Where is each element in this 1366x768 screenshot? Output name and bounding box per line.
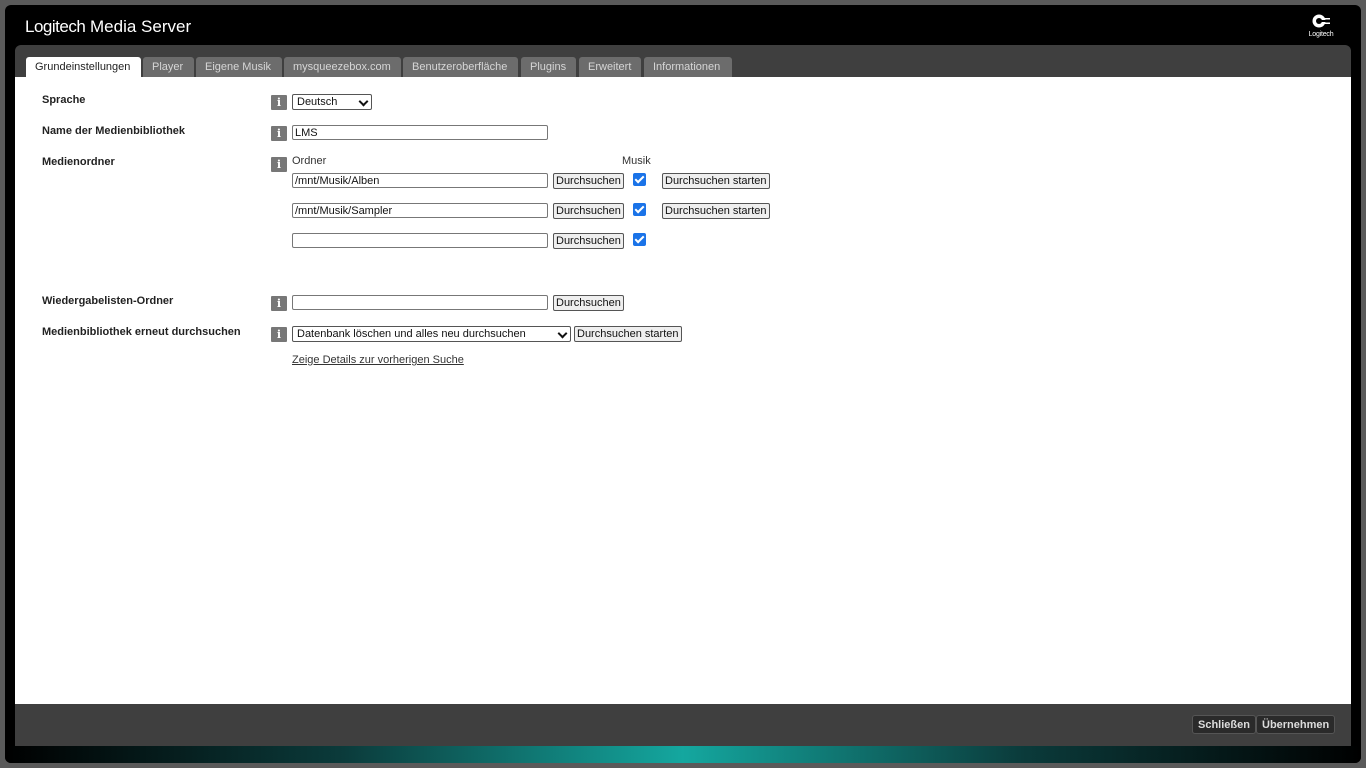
start-scan-button-1[interactable]: Durchsuchen starten [662,173,770,189]
music-checkbox-3[interactable] [633,233,646,246]
tab-eigene-musik[interactable]: Eigene Musik [196,57,282,77]
media-folders-info-icon[interactable]: i [271,157,287,172]
footer-bar: Schließen Übernehmen [15,704,1351,746]
tab-plugins[interactable]: Plugins [521,57,576,77]
media-folder-input-1[interactable] [292,173,548,188]
language-info-icon[interactable]: i [271,95,287,110]
previous-scan-details-link[interactable]: Zeige Details zur vorherigen Suche [292,354,464,366]
tab-mysqueezebox[interactable]: mysqueezebox.com [284,57,401,77]
rescan-label: Medienbibliothek erneut durchsuchen [42,326,241,338]
tab-benutzeroberflaeche[interactable]: Benutzeroberfläche [403,57,518,77]
start-scan-button-2[interactable]: Durchsuchen starten [662,203,770,219]
folder-column-header: Ordner [292,155,327,167]
bottom-glow-bar [5,746,1361,763]
playlist-folder-info-icon[interactable]: i [271,296,287,311]
music-checkbox-1[interactable] [633,173,646,186]
rescan-info-icon[interactable]: i [271,327,287,342]
language-select-value: Deutsch [297,96,338,108]
playlist-browse-button[interactable]: Durchsuchen [553,295,624,311]
tab-erweitert[interactable]: Erweitert [579,57,641,77]
media-folder-input-2[interactable] [292,203,548,218]
close-button[interactable]: Schließen [1192,715,1256,734]
language-label: Sprache [42,94,86,106]
chevron-down-icon [358,96,369,107]
music-checkbox-2[interactable] [633,203,646,216]
tab-player[interactable]: Player [143,57,194,77]
tab-bar: Grundeinstellungen Player Eigene Musik m… [15,45,1351,77]
logitech-logo: Logitech [1305,13,1337,43]
media-folders-label: Medienordner [42,156,115,168]
logo-wordmark: Logitech [1308,31,1334,38]
app-title: Logitech Media Server [25,17,191,37]
rescan-start-button[interactable]: Durchsuchen starten [574,326,682,342]
browse-button-2[interactable]: Durchsuchen [553,203,624,219]
library-name-input[interactable] [292,125,548,140]
product-name: Media Server [90,17,192,36]
rescan-mode-select[interactable]: Datenbank löschen und alles neu durchsuc… [292,326,571,342]
browse-button-3[interactable]: Durchsuchen [553,233,624,249]
apply-button[interactable]: Übernehmen [1256,715,1336,734]
library-name-info-icon[interactable]: i [271,126,287,141]
tab-grundeinstellungen[interactable]: Grundeinstellungen [26,57,141,77]
browse-button-1[interactable]: Durchsuchen [553,173,624,189]
tab-informationen[interactable]: Informationen [644,57,732,77]
media-folder-input-3[interactable] [292,233,548,248]
rescan-mode-value: Datenbank löschen und alles neu durchsuc… [297,328,526,340]
logitech-g-icon [1312,14,1330,28]
music-column-header: Musik [622,155,651,167]
playlist-folder-label: Wiedergabelisten-Ordner [42,295,174,307]
language-select[interactable]: Deutsch [292,94,372,110]
app-window: Logitech Media Server Logitech Grundeins… [5,5,1361,763]
library-name-label: Name der Medienbibliothek [42,125,186,137]
brand-name: Logitech [25,17,86,36]
playlist-folder-input[interactable] [292,295,548,310]
settings-panel: Sprache i Deutsch Name der Medienbibliot… [15,77,1351,704]
chevron-down-icon [557,328,568,339]
